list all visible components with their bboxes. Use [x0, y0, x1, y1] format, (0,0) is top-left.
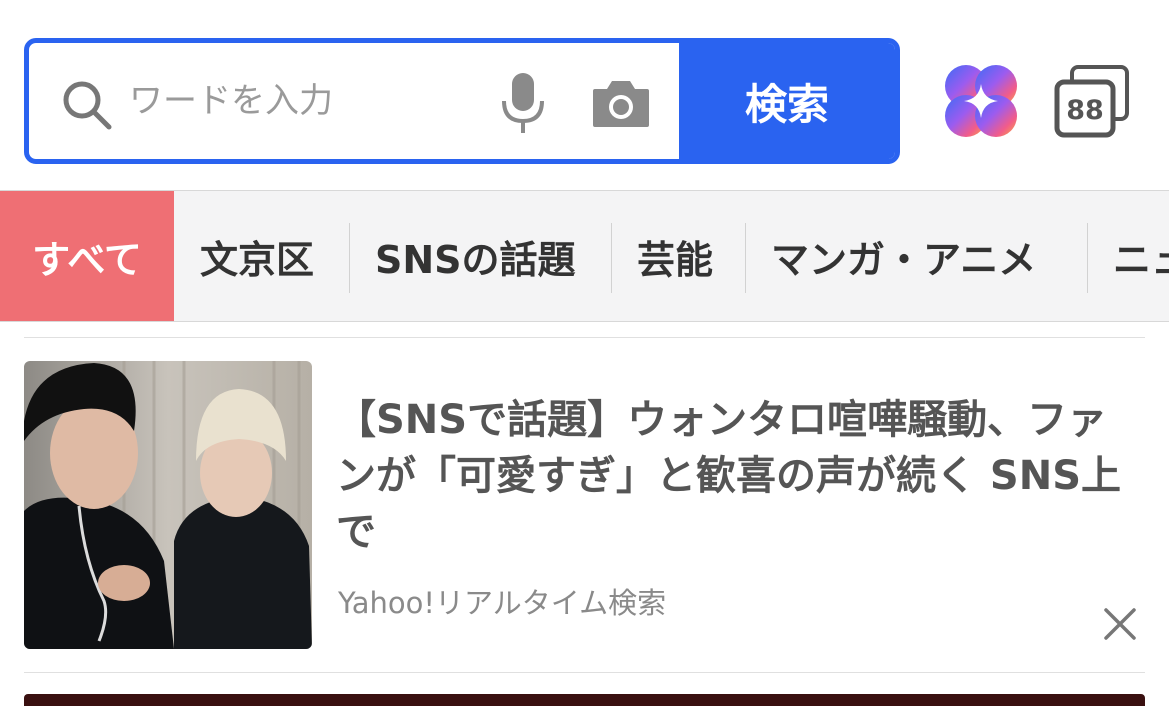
- divider: [24, 672, 1145, 673]
- article-headline[interactable]: 【SNSで話題】ウォンタロ喧嘩騒動、ファンが「可愛すぎ」と歓喜の声が続く SNS…: [336, 392, 1136, 560]
- thumbnail-image: [24, 361, 312, 649]
- tabs-icon: 88: [1054, 65, 1129, 138]
- search-button[interactable]: 検索: [679, 43, 895, 159]
- microphone-icon[interactable]: [499, 71, 547, 135]
- article-source: Yahoo!リアルタイム検索: [338, 586, 667, 620]
- camera-icon[interactable]: [591, 77, 651, 129]
- next-article-thumbnail[interactable]: [24, 694, 1145, 706]
- tab-sns-topics[interactable]: SNSの話題: [349, 191, 602, 321]
- tabs-count: 88: [1066, 95, 1104, 126]
- article-thumbnail[interactable]: [24, 361, 312, 649]
- close-icon[interactable]: [1100, 604, 1140, 644]
- tab-all[interactable]: すべて: [0, 191, 174, 321]
- category-tabs: すべて 文京区 SNSの話題 芸能 マンガ・アニメ ニュ: [0, 190, 1169, 322]
- tab-bunkyo[interactable]: 文京区: [174, 191, 340, 321]
- search-icon: [63, 81, 112, 130]
- tab-manga-anime[interactable]: マンガ・アニメ: [745, 191, 1062, 321]
- search-bar: 検索: [24, 38, 900, 164]
- tab-news[interactable]: ニュ: [1087, 191, 1169, 321]
- tab-entertainment[interactable]: 芸能: [611, 191, 739, 321]
- ai-sparkle-icon[interactable]: [944, 64, 1018, 138]
- search-input[interactable]: [129, 69, 459, 133]
- tabs-button[interactable]: 88: [1054, 64, 1130, 138]
- divider: [24, 337, 1145, 338]
